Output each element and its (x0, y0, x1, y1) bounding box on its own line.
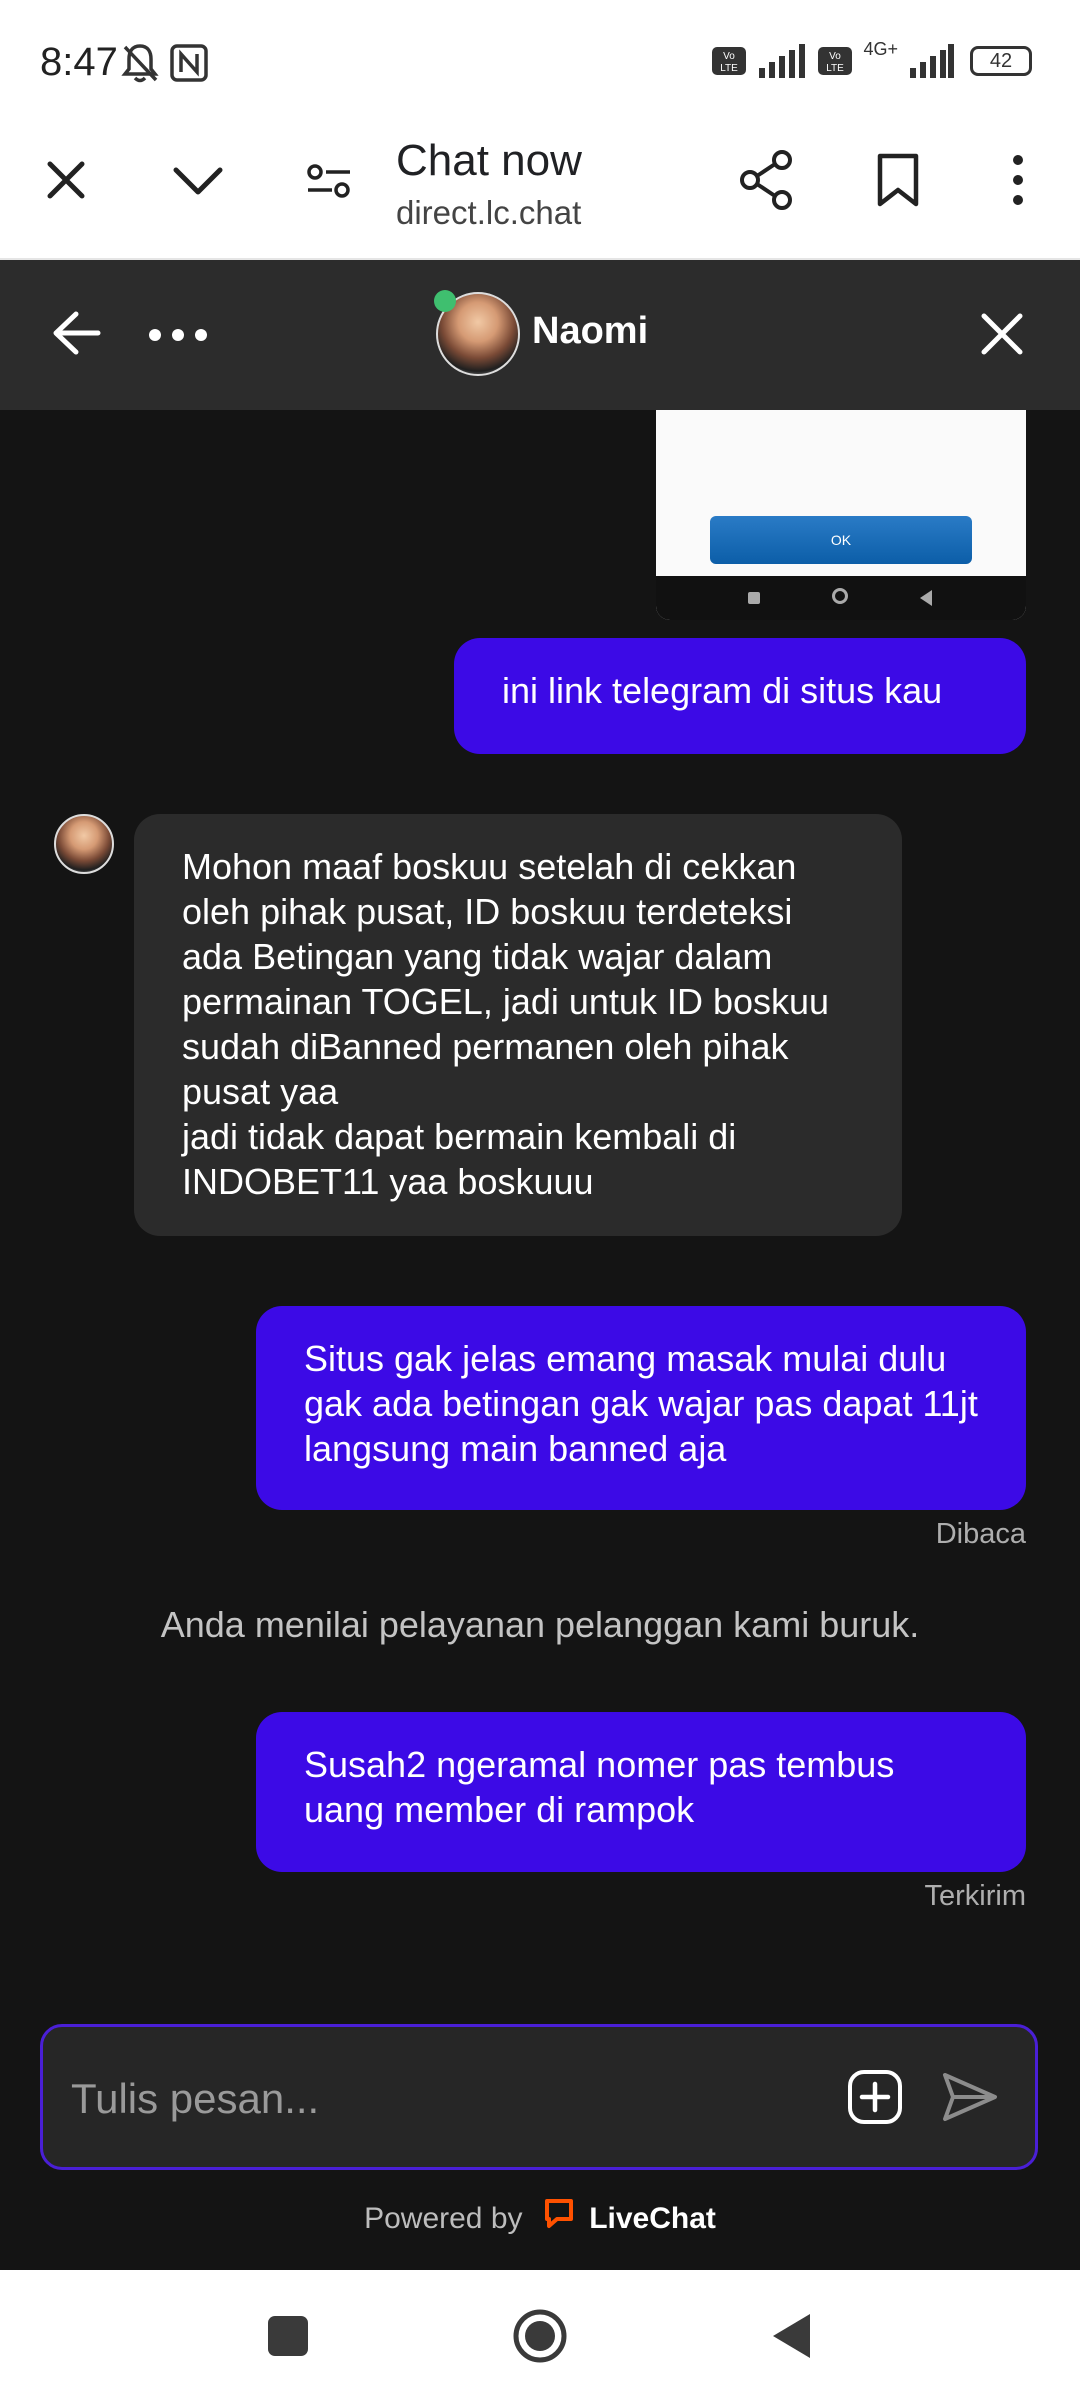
chat-transcript[interactable]: OK ini link telegram di situs kau Mohon … (0, 410, 1080, 2270)
nfc-icon (170, 44, 208, 87)
online-status-dot (434, 290, 456, 312)
page-title: Chat now (396, 136, 582, 185)
agent-message-avatar (54, 814, 114, 874)
attached-screenshot[interactable]: OK (656, 410, 1026, 620)
signal-icon-2 (910, 44, 954, 78)
share-icon[interactable] (738, 150, 794, 215)
message-bubble-incoming[interactable]: Mohon maaf boskuu setelah di cekkan oleh… (134, 814, 902, 1236)
volte-icon-2: VoLTE (818, 47, 853, 75)
message-input[interactable] (69, 2063, 853, 2135)
agent-name: Naomi (532, 310, 649, 352)
recents-square-icon[interactable] (268, 2316, 308, 2356)
powered-by-footer[interactable]: Powered by LiveChat (0, 2197, 1080, 2240)
system-navigation-bar (0, 2272, 1080, 2400)
mute-icon (120, 42, 160, 89)
message-read-status: Dibaca (935, 1518, 1026, 1550)
status-icons: Vo LTE Vo LTE 4G+ 42 (711, 39, 1032, 78)
svg-text:LTE: LTE (827, 63, 845, 74)
svg-text:Vo: Vo (830, 51, 842, 62)
network-type: 4G+ (863, 38, 898, 59)
bookmark-icon[interactable] (876, 152, 920, 213)
chat-header: Naomi (0, 260, 1080, 410)
battery-level: 42 (989, 50, 1013, 72)
browser-toolbar: Chat now direct.lc.chat (0, 130, 1080, 260)
screenshot-back-icon (920, 590, 932, 606)
screenshot-navbar (656, 576, 1026, 620)
volte-icon: VoLTE (712, 47, 747, 75)
status-time: 8:47 (40, 40, 118, 84)
more-vert-icon[interactable] (1008, 152, 1028, 213)
attach-plus-icon[interactable] (847, 2069, 903, 2130)
message-composer[interactable] (40, 2024, 1038, 2170)
site-settings-icon[interactable] (306, 160, 352, 207)
status-bar: 8:47 Vo LTE Vo LTE 4G+ 42 (0, 0, 1080, 130)
message-sent-status: Terkirim (924, 1880, 1027, 1912)
home-circle-icon[interactable] (512, 2308, 568, 2369)
powered-by-label: Powered by (364, 2201, 523, 2235)
livechat-brand: LiveChat (589, 2201, 716, 2235)
close-tab-icon[interactable] (42, 156, 90, 209)
back-triangle-icon[interactable] (770, 2312, 812, 2365)
signal-icon (759, 44, 806, 78)
livechat-logo-icon (543, 2197, 575, 2237)
screenshot-ok-button: OK (710, 516, 972, 564)
screenshot-circle-icon (832, 588, 848, 604)
screenshot-square-icon (748, 592, 760, 604)
back-arrow-icon[interactable] (52, 310, 102, 361)
message-bubble-outgoing[interactable]: Susah2 ngeramal nomer pas tembus uang me… (256, 1712, 1026, 1872)
message-bubble-outgoing[interactable]: ini link telegram di situs kau (454, 638, 1026, 754)
message-bubble-outgoing[interactable]: Situs gak jelas emang masak mulai dulu g… (256, 1306, 1026, 1510)
svg-text:LTE: LTE (721, 63, 739, 74)
chevron-down-icon[interactable] (172, 158, 224, 207)
page-url[interactable]: direct.lc.chat (396, 194, 581, 232)
more-horiz-icon[interactable] (148, 328, 208, 347)
system-message: Anda menilai pelayanan pelanggan kami bu… (160, 1604, 920, 1645)
close-chat-icon[interactable] (980, 312, 1024, 361)
battery-icon: 42 (970, 46, 1032, 76)
svg-text:Vo: Vo (724, 51, 736, 62)
send-icon[interactable] (941, 2071, 999, 2128)
